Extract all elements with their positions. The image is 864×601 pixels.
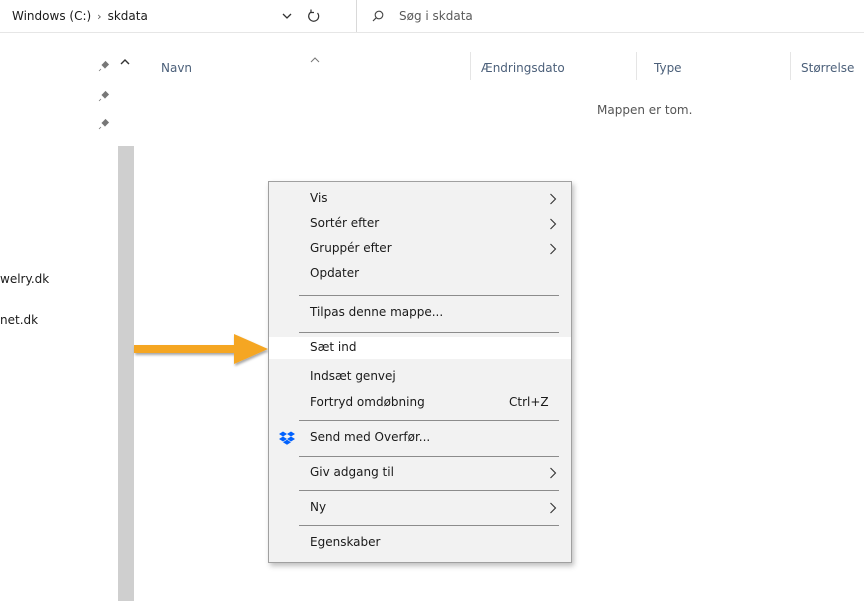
menu-item-new[interactable]: Ny [269, 497, 571, 519]
menu-item-give-access[interactable]: Giv adgang til [269, 462, 571, 484]
scroll-up-icon[interactable] [119, 57, 131, 67]
nav-item[interactable]: net.dk [0, 313, 38, 327]
chevron-right-icon [550, 218, 557, 230]
empty-folder-message: Mappen er tom. [597, 103, 693, 117]
menu-item-label: Opdater [310, 266, 360, 280]
nav-item[interactable]: welry.dk [0, 272, 49, 286]
menu-item-undo-rename[interactable]: Fortryd omdøbning Ctrl+Z [269, 392, 571, 414]
menu-item-label: Egenskaber [310, 535, 381, 549]
menu-item-label: Send med Overfør... [310, 430, 431, 444]
menu-item-label: Sortér efter [310, 216, 380, 230]
menu-item-paste[interactable]: Sæt ind [269, 337, 571, 359]
menu-item-label: Indsæt genvej [310, 369, 396, 383]
context-menu: Vis Sortér efter Gruppér efter Opdater T… [268, 181, 572, 563]
menu-item-sort-by[interactable]: Sortér efter [269, 213, 571, 235]
menu-separator [299, 420, 559, 421]
column-header-name[interactable]: Navn [161, 61, 192, 75]
menu-separator [299, 295, 559, 296]
column-header-date[interactable]: Ændringsdato [481, 61, 565, 75]
chevron-right-icon [550, 502, 557, 514]
pin-icon [98, 90, 110, 102]
menu-item-label: Gruppér efter [310, 241, 392, 255]
sort-ascending-icon [310, 57, 320, 63]
chevron-right-icon [550, 467, 557, 479]
nav-pane-scrollbar[interactable] [118, 146, 134, 601]
menu-item-label: Sæt ind [310, 340, 357, 354]
menu-item-refresh[interactable]: Opdater [269, 263, 571, 285]
chevron-down-icon[interactable] [280, 9, 294, 23]
menu-item-label: Ny [310, 500, 327, 514]
menu-item-send-with-transfer[interactable]: Send med Overfør... [269, 427, 571, 449]
column-divider[interactable] [790, 52, 791, 80]
menu-item-label: Giv adgang til [310, 465, 394, 479]
menu-item-customize-folder[interactable]: Tilpas denne mappe... [269, 302, 571, 324]
column-divider[interactable] [636, 52, 637, 80]
menu-item-properties[interactable]: Egenskaber [269, 532, 571, 554]
breadcrumb-separator[interactable]: › [97, 10, 101, 23]
pin-icon [98, 60, 110, 72]
column-divider[interactable] [470, 52, 471, 80]
search-icon [372, 10, 384, 22]
breadcrumb-current[interactable]: skdata [108, 9, 148, 23]
menu-separator [299, 456, 559, 457]
menu-item-group-by[interactable]: Gruppér efter [269, 238, 571, 260]
breadcrumb-root[interactable]: Windows (C:) [12, 9, 91, 23]
annotation-arrow [134, 334, 268, 364]
menu-item-label: Tilpas denne mappe... [310, 305, 444, 319]
menu-item-vis[interactable]: Vis [269, 188, 571, 210]
chevron-right-icon [550, 243, 557, 255]
search-input[interactable]: Søg i skdata [399, 9, 473, 23]
column-header-size[interactable]: Størrelse [801, 61, 854, 75]
menu-item-paste-shortcut[interactable]: Indsæt genvej [269, 366, 571, 388]
menu-separator [299, 490, 559, 491]
menu-item-label: Vis [310, 191, 328, 205]
menu-separator [299, 332, 559, 333]
menu-item-shortcut: Ctrl+Z [509, 395, 549, 409]
chevron-right-icon [550, 193, 557, 205]
pin-icon [98, 118, 110, 130]
menu-separator [299, 525, 559, 526]
column-header-type[interactable]: Type [654, 61, 682, 75]
dropbox-icon [279, 431, 295, 445]
refresh-icon[interactable] [306, 8, 322, 24]
menu-item-label: Fortryd omdøbning [310, 395, 425, 409]
